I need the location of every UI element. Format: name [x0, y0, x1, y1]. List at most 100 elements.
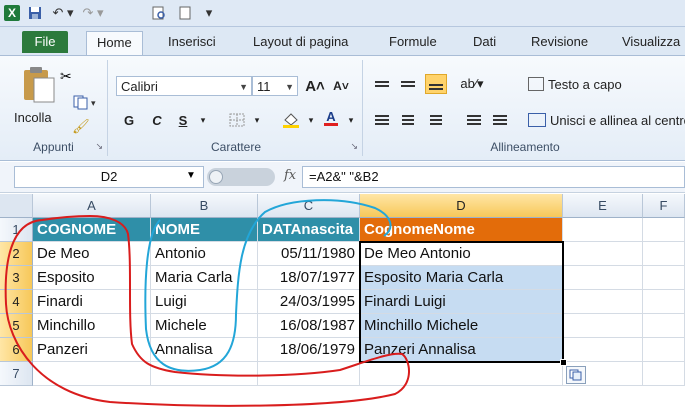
table-cell[interactable]: Michele	[151, 314, 258, 338]
align-top-icon[interactable]	[371, 74, 393, 94]
worksheet-grid[interactable]: A B C D E F 1 2 3 4 5 6 7 COGNOME NOME D…	[0, 194, 685, 408]
name-box-dropdown-icon[interactable]: ▼	[186, 170, 196, 181]
font-name-combo[interactable]: Calibri ▼	[116, 76, 252, 96]
fill-color-icon[interactable]	[280, 110, 302, 130]
decrease-indent-icon[interactable]	[463, 110, 485, 130]
font-color-icon[interactable]: A	[320, 108, 342, 128]
tab-formulas[interactable]: Formule	[379, 31, 447, 53]
fill-color-dropdown-icon[interactable]: ▾	[300, 110, 322, 130]
table-cell[interactable]: Panzeri Annalisa	[360, 338, 563, 362]
format-painter-icon[interactable]: 🖌	[72, 118, 90, 135]
increase-indent-icon[interactable]	[489, 110, 511, 130]
align-right-icon[interactable]	[425, 110, 447, 130]
align-middle-icon[interactable]	[397, 74, 419, 94]
tab-home[interactable]: Home	[86, 31, 143, 55]
formula-bar-splitter[interactable]	[207, 168, 275, 186]
table-cell[interactable]	[643, 290, 685, 314]
row-header-4[interactable]: 4	[0, 290, 33, 314]
table-cell[interactable]	[258, 362, 360, 386]
tab-file[interactable]: File	[22, 31, 68, 53]
formula-input[interactable]: =A2&" "&B2	[302, 166, 685, 188]
table-cell[interactable]	[643, 242, 685, 266]
table-cell[interactable]: Esposito Maria Carla	[360, 266, 563, 290]
excel-app-icon[interactable]: X	[4, 4, 20, 22]
row-header-5[interactable]: 5	[0, 314, 33, 338]
table-cell[interactable]	[33, 362, 151, 386]
borders-dropdown-icon[interactable]: ▾	[246, 110, 268, 130]
column-header-a[interactable]: A	[33, 194, 151, 218]
align-bottom-icon[interactable]	[425, 74, 447, 94]
table-cell[interactable]: Finardi	[33, 290, 151, 314]
table-cell[interactable]: De Meo	[33, 242, 151, 266]
tab-page-layout[interactable]: Layout di pagina	[243, 31, 358, 53]
select-all-corner[interactable]	[0, 194, 33, 218]
row-header-2[interactable]: 2	[0, 242, 33, 266]
fill-handle[interactable]	[560, 359, 567, 366]
table-cell[interactable]	[563, 314, 643, 338]
underline-dropdown-icon[interactable]: ▾	[192, 110, 214, 130]
table-cell[interactable]: 05/11/1980	[258, 242, 360, 266]
table-cell[interactable]: Esposito	[33, 266, 151, 290]
table-cell[interactable]: Panzeri	[33, 338, 151, 362]
borders-icon[interactable]	[226, 110, 248, 130]
table-cell[interactable]: Minchillo Michele	[360, 314, 563, 338]
align-center-icon[interactable]	[397, 110, 419, 130]
table-cell-active[interactable]: De Meo Antonio	[360, 242, 563, 266]
paste-button-label[interactable]: Incolla	[14, 110, 52, 125]
header-cell-datanascita[interactable]: DATAnascita	[258, 218, 360, 242]
table-cell[interactable]	[563, 338, 643, 362]
column-header-b[interactable]: B	[151, 194, 258, 218]
tab-review[interactable]: Revisione	[521, 31, 598, 53]
customize-toolbar-icon[interactable]: ▾	[202, 4, 216, 22]
row-header-1[interactable]: 1	[0, 218, 33, 242]
table-cell[interactable]	[563, 266, 643, 290]
row-header-3[interactable]: 3	[0, 266, 33, 290]
table-cell[interactable]	[151, 362, 258, 386]
font-launcher-icon[interactable]: ↘	[350, 141, 358, 152]
row-header-7[interactable]: 7	[0, 362, 33, 386]
copy-icon[interactable]: ▾	[72, 94, 100, 110]
column-header-d[interactable]: D	[360, 194, 563, 218]
header-cell-nome[interactable]: NOME	[151, 218, 258, 242]
insert-function-icon[interactable]: fx	[284, 168, 296, 183]
table-cell[interactable]	[563, 290, 643, 314]
table-cell[interactable]: 16/08/1987	[258, 314, 360, 338]
table-cell[interactable]: 24/03/1995	[258, 290, 360, 314]
align-left-icon[interactable]	[371, 110, 393, 130]
italic-button[interactable]: C	[146, 110, 168, 130]
grow-font-icon[interactable]: A˄	[304, 76, 326, 96]
clipboard-launcher-icon[interactable]: ↘	[95, 141, 103, 152]
header-cell-cognomenome[interactable]: CognomeNome	[360, 218, 563, 242]
table-cell[interactable]	[643, 362, 685, 386]
table-cell[interactable]: Finardi Luigi	[360, 290, 563, 314]
table-cell[interactable]	[563, 218, 643, 242]
font-color-dropdown-icon[interactable]: ▾	[340, 110, 362, 130]
table-cell[interactable]	[643, 218, 685, 242]
redo-icon[interactable]: ↷ ▾	[80, 4, 106, 22]
orientation-icon[interactable]: ab⁄▾	[460, 74, 483, 94]
table-cell[interactable]: 18/07/1977	[258, 266, 360, 290]
table-cell[interactable]: 18/06/1979	[258, 338, 360, 362]
bold-button[interactable]: G	[118, 110, 140, 130]
font-size-combo[interactable]: 11 ▼	[252, 76, 298, 96]
paste-options-icon[interactable]	[566, 366, 586, 384]
row-header-6[interactable]: 6	[0, 338, 33, 362]
merge-center-button[interactable]: Unisci e allinea al centro	[528, 110, 685, 130]
name-box[interactable]: D2	[14, 166, 204, 188]
table-cell[interactable]: Antonio	[151, 242, 258, 266]
tab-view[interactable]: Visualizza	[612, 31, 685, 53]
table-cell[interactable]: Minchillo	[33, 314, 151, 338]
table-cell[interactable]	[643, 314, 685, 338]
table-cell[interactable]: Luigi	[151, 290, 258, 314]
save-icon[interactable]	[26, 4, 44, 22]
wrap-text-button[interactable]: Testo a capo	[528, 74, 622, 94]
table-cell[interactable]	[643, 338, 685, 362]
header-cell-cognome[interactable]: COGNOME	[33, 218, 151, 242]
column-header-e[interactable]: E	[563, 194, 643, 218]
table-cell[interactable]: Annalisa	[151, 338, 258, 362]
cut-icon[interactable]: ✂	[60, 68, 72, 85]
table-cell[interactable]	[643, 266, 685, 290]
tab-data[interactable]: Dati	[463, 31, 506, 53]
print-preview-icon[interactable]	[150, 4, 168, 22]
table-cell[interactable]: Maria Carla	[151, 266, 258, 290]
